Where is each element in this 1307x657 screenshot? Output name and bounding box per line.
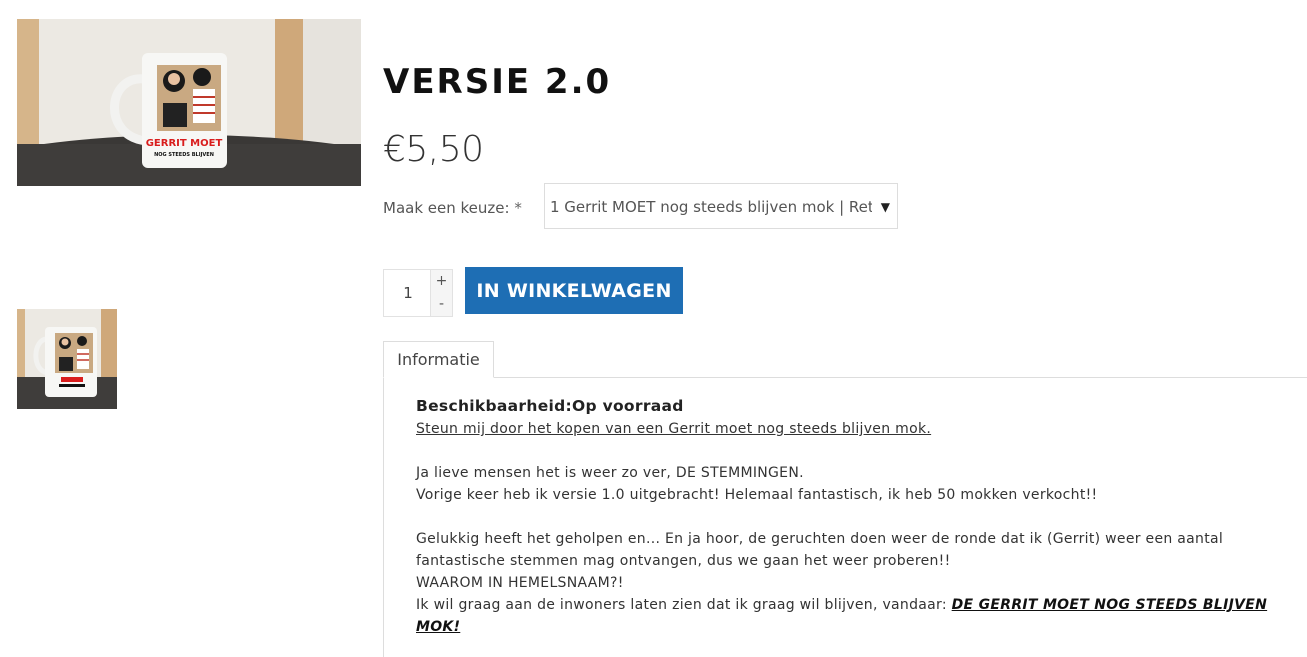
description-line: Ja lieve mensen het is weer zo ver, DE S… (416, 465, 804, 481)
product-price: €5,50 (383, 129, 484, 170)
quantity-input[interactable]: 1 (384, 270, 432, 316)
variant-select[interactable]: 1 Gerrit MOET nog steeds blijven mok | R… (544, 183, 898, 229)
product-main-image[interactable]: GERRIT MOET NOG STEEDS BLIJVEN (17, 19, 361, 186)
variant-label: Maak een keuze: * (383, 198, 522, 218)
quantity-increase-button[interactable]: + (431, 270, 452, 293)
quantity-decrease-button[interactable]: - (431, 293, 452, 316)
triangle-down-icon: ▼ (880, 200, 890, 214)
required-mark: * (514, 199, 522, 217)
product-description: Beschikbaarheid:Op voorraad Steun mij do… (416, 394, 1286, 638)
description-line: WAAROM IN HEMELSNAAM?! (416, 575, 624, 591)
quantity-buttons: + - (430, 270, 452, 316)
mug-text-line2: NOG STEEDS BLIJVEN (154, 152, 214, 158)
description-paragraph: Gelukkig heeft het geholpen en... En ja … (416, 531, 1224, 569)
availability-text: Beschikbaarheid:Op voorraad (416, 397, 684, 415)
add-to-cart-button[interactable]: IN WINKELWAGEN (465, 267, 683, 314)
mug-text-line1: GERRIT MOET (146, 138, 223, 149)
description-line-with-link: Ik wil graag aan de inwoners laten zien … (416, 594, 1286, 638)
support-link[interactable]: Steun mij door het kopen van een Gerrit … (416, 421, 931, 437)
description-text: Ik wil graag aan de inwoners laten zien … (416, 597, 952, 613)
variant-selected-value: 1 Gerrit MOET nog steeds blijven mok | R… (550, 198, 872, 216)
tab-panel-informatie: Beschikbaarheid:Op voorraad Steun mij do… (383, 377, 1307, 657)
tab-informatie[interactable]: Informatie (383, 341, 494, 378)
product-page: GERRIT MOET NOG STEEDS BLIJVEN VERSIE 2.… (0, 0, 1307, 657)
quantity-stepper: 1 + - (383, 269, 453, 317)
mug-photo: GERRIT MOET NOG STEEDS BLIJVEN (17, 19, 361, 186)
mug-thumbnail-photo (17, 309, 117, 409)
product-thumbnail[interactable] (17, 309, 117, 409)
variant-label-text: Maak een keuze: (383, 199, 510, 217)
product-title: VERSIE 2.0 (383, 62, 612, 102)
description-line: Vorige keer heb ik versie 1.0 uitgebrach… (416, 487, 1098, 503)
